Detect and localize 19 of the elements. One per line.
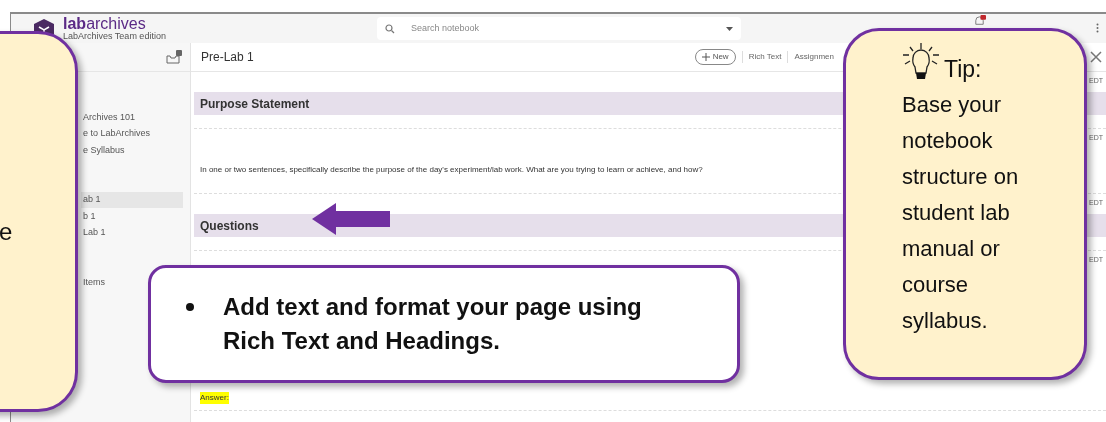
callout-text: Add text and format your page using Rich Text and Headings. [223, 292, 643, 356]
entry-text: Answer: [200, 392, 229, 404]
search-field[interactable]: Search notebook [377, 17, 741, 40]
sidebar-item[interactable]: ab 1 [81, 191, 183, 208]
tip-title: Tip: [944, 58, 982, 81]
sidebar-item[interactable]: Archives 101 [81, 109, 136, 126]
sidebar-item[interactable]: Items [81, 274, 105, 291]
entry-text: In one or two sentences, specifically describe the purpose of the day's experiment/lab work. What are you trying to learn or achieve, and how? [200, 164, 703, 176]
callout-text: e [0, 217, 13, 247]
toolbar-button[interactable]: Rich Text [741, 51, 788, 63]
sidebar-item[interactable]: e to LabArchives [81, 125, 151, 142]
search-input: Search notebook [411, 21, 726, 36]
sidebar-item[interactable]: Lab 1 [81, 224, 106, 241]
sidebar-item[interactable]: b 1 [81, 208, 96, 225]
toolbar-button[interactable]: Assignmen [787, 51, 840, 63]
logo-wordmark: labarchives [63, 16, 147, 32]
page-title: Pre-Lab 1 [201, 49, 254, 66]
sidebar-item[interactable]: e Syllabus [81, 142, 125, 159]
edition-label: LabArchives Team edition [63, 32, 166, 41]
